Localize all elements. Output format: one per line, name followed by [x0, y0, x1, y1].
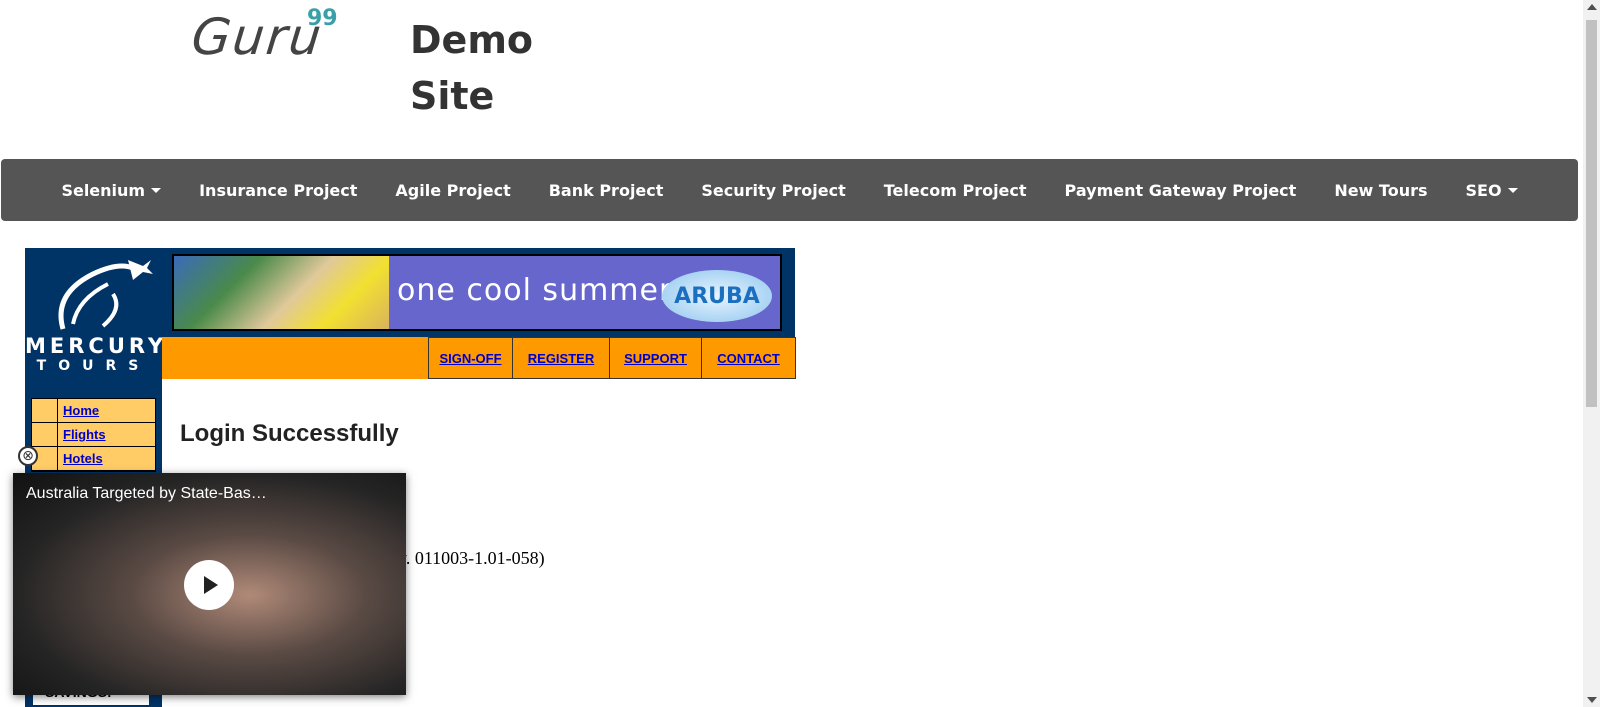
nav-item-selenium[interactable]: Selenium	[42, 181, 180, 200]
sign-off-link[interactable]: SIGN-OFF	[429, 337, 513, 379]
side-menu-item-flights: Flights	[32, 423, 155, 447]
scroll-down-icon[interactable]	[1587, 697, 1597, 703]
site-title: Demo Site	[410, 18, 534, 118]
nav-label: Telecom Project	[883, 180, 1027, 200]
main-navbar: Selenium Insurance Project Agile Project…	[1, 159, 1578, 221]
banner-text: one cool summer	[397, 273, 673, 308]
menu-bullet	[32, 399, 58, 422]
wordmark-bottom: TOURS	[36, 358, 151, 374]
register-link[interactable]: REGISTER	[513, 337, 610, 379]
login-success-heading: Login Successfully	[180, 420, 399, 447]
menu-bullet	[32, 423, 58, 446]
nav-label: Bank Project	[548, 180, 664, 200]
nav-label: Security Project	[701, 180, 846, 200]
play-icon	[204, 576, 218, 594]
mercury-tours-wordmark: MERCURY TOURS	[25, 334, 168, 376]
mercury-top-links: SIGN-OFF REGISTER SUPPORT CONTACT	[428, 337, 796, 379]
scroll-thumb[interactable]	[1586, 20, 1597, 407]
guru99-logo[interactable]: Guru 99	[188, 6, 352, 76]
support-link[interactable]: SUPPORT	[610, 337, 702, 379]
aruba-logo: ARUBA	[662, 270, 772, 322]
logo-text: Guru	[188, 8, 326, 66]
version-text: v. 011003-1.01-058)	[398, 548, 545, 568]
airplane-logo-icon	[58, 260, 153, 330]
caret-down-icon	[1507, 187, 1518, 193]
nav-item-telecom-project[interactable]: Telecom Project	[865, 181, 1046, 200]
side-menu-link-hotels[interactable]: Hotels	[58, 447, 103, 470]
scroll-up-icon[interactable]	[1587, 4, 1597, 10]
caret-down-icon	[151, 187, 162, 193]
nav-label: Payment Gateway Project	[1064, 180, 1297, 200]
side-menu-item-hotels: Hotels	[32, 447, 155, 471]
nav-label: Agile Project	[395, 180, 511, 200]
contact-link[interactable]: CONTACT	[702, 337, 796, 379]
nav-item-seo[interactable]: SEO	[1447, 181, 1537, 200]
nav-label: SEO	[1465, 180, 1502, 200]
nav-item-payment-gateway-project[interactable]: Payment Gateway Project	[1046, 181, 1316, 200]
play-button[interactable]	[184, 560, 234, 610]
nav-label: Insurance Project	[199, 180, 358, 200]
nav-item-new-tours[interactable]: New Tours	[1315, 181, 1446, 200]
video-title[interactable]: Australia Targeted by State-Bas…	[26, 485, 267, 503]
mercury-side-menu: Home Flights Hotels	[31, 398, 156, 472]
nav-label: Selenium	[61, 180, 146, 200]
logo-superscript: 99	[307, 6, 338, 31]
side-menu-link-flights[interactable]: Flights	[58, 423, 106, 446]
nav-item-insurance-project[interactable]: Insurance Project	[180, 181, 376, 200]
banner-photo	[174, 256, 389, 329]
video-player[interactable]: Australia Targeted by State-Bas…	[13, 473, 406, 695]
aruba-ad-banner[interactable]: one cool summer ARUBA	[172, 254, 782, 331]
nav-label: New Tours	[1334, 180, 1428, 200]
close-video-icon[interactable]: ⊗	[18, 446, 38, 466]
nav-item-security-project[interactable]: Security Project	[682, 181, 864, 200]
wordmark-top: MERCURY	[25, 334, 168, 358]
nav-item-bank-project[interactable]: Bank Project	[530, 181, 683, 200]
mercury-top-banner-area: one cool summer ARUBA	[162, 248, 795, 337]
side-menu-item-home: Home	[32, 399, 155, 423]
nav-item-agile-project[interactable]: Agile Project	[376, 181, 529, 200]
side-menu-link-home[interactable]: Home	[58, 399, 99, 422]
vertical-scrollbar[interactable]	[1583, 0, 1600, 707]
